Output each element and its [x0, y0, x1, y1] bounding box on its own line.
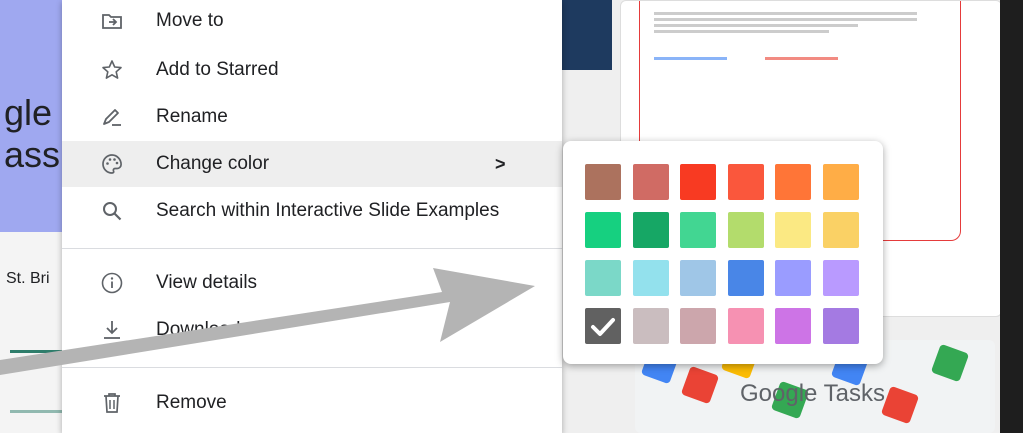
color-swatch[interactable]: [680, 164, 716, 200]
rename-pencil-icon: [103, 109, 121, 126]
color-swatch[interactable]: [822, 164, 859, 200]
color-swatch[interactable]: [727, 164, 764, 200]
color-swatch[interactable]: [680, 260, 716, 296]
menu-item-search-within[interactable]: Search within Interactive Slide Examples: [62, 188, 562, 234]
color-swatch[interactable]: [822, 260, 859, 296]
download-icon: [104, 321, 120, 339]
file-thumbnail[interactable]: [562, 0, 612, 70]
color-swatch[interactable]: [822, 308, 859, 344]
menu-item-label: Remove: [156, 392, 227, 413]
menu-divider: [62, 367, 562, 368]
color-swatch[interactable]: [632, 308, 669, 344]
menu-item-add-to-starred[interactable]: Add to Starred: [62, 47, 562, 93]
color-swatch[interactable]: [585, 212, 621, 248]
background-text-fragment: gle: [4, 92, 53, 133]
color-swatch[interactable]: [775, 308, 811, 344]
menu-item-label: Rename: [156, 106, 228, 127]
tasks-thumbnail-tile: [880, 385, 920, 425]
menu-item-label: Download: [156, 319, 241, 340]
menu-item-label: Change color: [156, 153, 270, 174]
menu-item-label: Search within Interactive Slide Examples: [156, 200, 500, 221]
menu-item-label: Add to Starred: [156, 59, 279, 80]
tasks-thumbnail-tile: [930, 343, 970, 383]
color-swatch[interactable]: [775, 260, 811, 296]
menu-item-view-details[interactable]: View details: [62, 260, 562, 306]
menu-item-label: Move to: [156, 10, 224, 31]
chevron-right-icon: >: [495, 153, 506, 174]
tasks-thumbnail-label: Google Tasks: [740, 380, 885, 407]
color-swatch[interactable]: [585, 260, 621, 296]
menu-item-label: View details: [156, 272, 258, 293]
move-to-icon: [102, 14, 122, 29]
color-swatch[interactable]: [775, 164, 811, 200]
color-swatch[interactable]: [727, 212, 764, 248]
menu-item-change-color[interactable]: Change color >: [62, 141, 562, 187]
palette-icon: [102, 154, 122, 174]
menu-item-rename[interactable]: Rename: [62, 94, 562, 140]
color-swatch[interactable]: [632, 212, 669, 248]
color-swatch[interactable]: [632, 164, 669, 200]
color-swatch[interactable]: [585, 308, 621, 344]
menu-divider: [62, 248, 562, 249]
info-icon: [101, 272, 123, 294]
background-edge: [1000, 0, 1023, 433]
context-menu: Move to Add to Starred Rename Change col…: [62, 0, 562, 433]
background-divider: [10, 350, 62, 353]
color-swatch[interactable]: [775, 212, 811, 248]
color-swatch[interactable]: [680, 308, 716, 344]
color-swatch[interactable]: [822, 212, 859, 248]
color-swatch[interactable]: [632, 260, 669, 296]
menu-item-move-to[interactable]: Move to: [62, 0, 562, 42]
background-left-panel: gle ass: St. Bri: [0, 0, 62, 433]
search-icon: [103, 202, 122, 221]
color-swatch[interactable]: [727, 308, 764, 344]
color-swatch[interactable]: [680, 212, 716, 248]
background-divider: [10, 410, 62, 413]
menu-item-remove[interactable]: Remove: [62, 380, 562, 426]
menu-item-download[interactable]: Download: [62, 307, 562, 353]
color-palette-submenu: [563, 141, 883, 364]
color-swatch[interactable]: [727, 260, 764, 296]
trash-icon: [104, 393, 120, 413]
color-swatch[interactable]: [585, 164, 621, 200]
checkmark-icon: [591, 318, 615, 336]
tasks-thumbnail-tile: [680, 365, 720, 405]
star-icon: [102, 60, 122, 79]
background-text-fragment: St. Bri: [6, 270, 50, 287]
background-text-fragment: ass:: [4, 134, 62, 175]
